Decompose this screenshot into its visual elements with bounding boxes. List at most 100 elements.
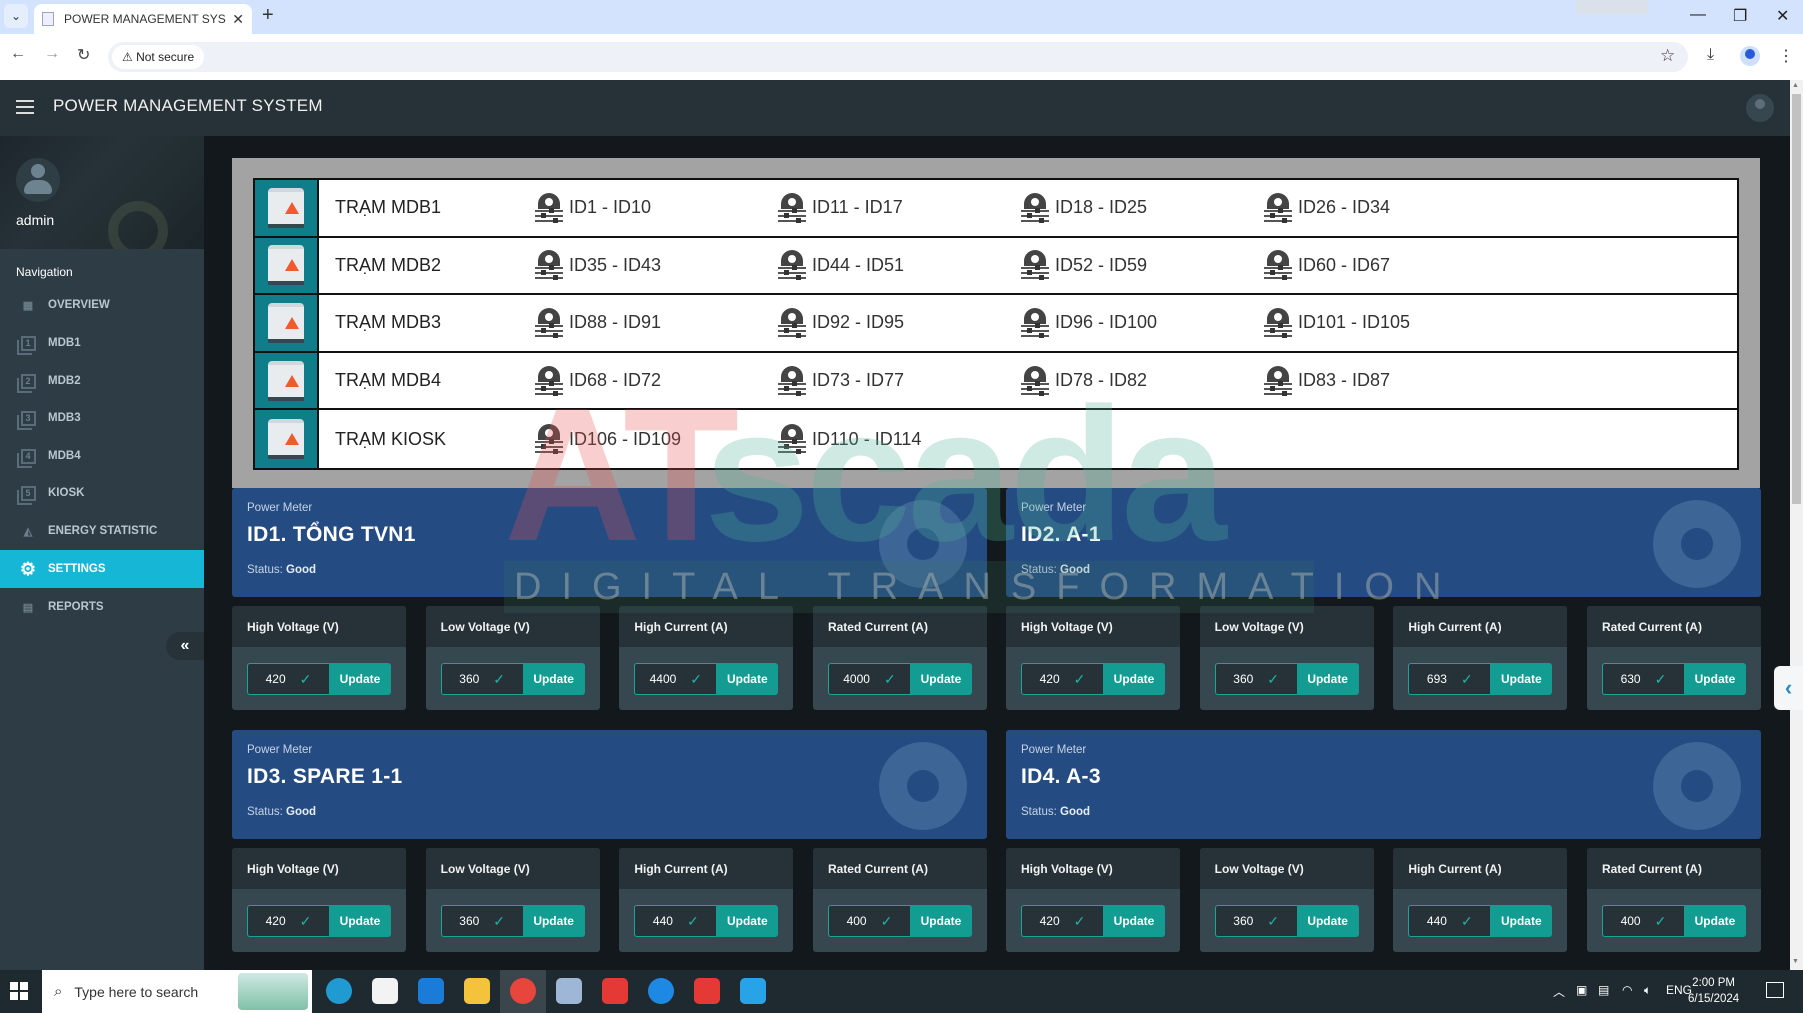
taskbar-mail-icon[interactable]: [418, 978, 444, 1004]
station-name[interactable]: TRẠM MDB4: [335, 370, 441, 391]
setting-value-input[interactable]: 360 ✓: [440, 663, 523, 695]
update-button[interactable]: Update: [716, 905, 779, 937]
taskbar-desktop-app-icon[interactable]: [740, 978, 766, 1004]
meter-group-link[interactable]: ID101 - ID105: [1264, 307, 1410, 338]
sidebar-item-mdb1[interactable]: 1 MDB1: [0, 324, 204, 362]
update-button[interactable]: Update: [1296, 663, 1359, 695]
update-button[interactable]: Update: [1490, 905, 1553, 937]
more-menu-icon[interactable]: ⋮: [1778, 46, 1794, 66]
update-button[interactable]: Update: [522, 905, 585, 937]
meter-group-link[interactable]: ID1 - ID10: [535, 192, 651, 223]
close-tab-icon[interactable]: ✕: [232, 11, 244, 28]
update-button[interactable]: Update: [522, 663, 585, 695]
setting-value-input[interactable]: 693 ✓: [1408, 663, 1491, 695]
clock[interactable]: 2:00 PM 6/15/2024: [1688, 975, 1739, 1007]
update-button[interactable]: Update: [329, 905, 391, 937]
sidebar-item-kiosk[interactable]: 5 KIOSK: [0, 474, 204, 512]
taskbar-notepad-icon[interactable]: [556, 978, 582, 1004]
sidebar-item-mdb3[interactable]: 3 MDB3: [0, 399, 204, 437]
setting-value-input[interactable]: 420 ✓: [247, 905, 329, 937]
forward-icon[interactable]: →: [44, 45, 60, 63]
meter-group-link[interactable]: ID78 - ID82: [1021, 365, 1147, 396]
update-button[interactable]: Update: [909, 905, 972, 937]
windows-start-icon[interactable]: [10, 982, 28, 1000]
meter-group-link[interactable]: ID26 - ID34: [1264, 192, 1390, 223]
open-panel-chevron-left-icon[interactable]: ‹: [1774, 666, 1803, 710]
substation-cabinet-icon[interactable]: [255, 410, 319, 468]
minimize-icon[interactable]: —: [1690, 6, 1706, 24]
taskbar-anydesk-2-icon[interactable]: [694, 978, 720, 1004]
station-name[interactable]: TRẠM MDB3: [335, 312, 441, 333]
security-chip[interactable]: ⚠ Not secure: [112, 45, 205, 69]
meet-now-icon[interactable]: ▣: [1576, 983, 1587, 997]
meter-group-link[interactable]: ID92 - ID95: [778, 307, 904, 338]
show-hidden-icons-chevron-up-icon[interactable]: ︿: [1553, 983, 1565, 1000]
meter-group-link[interactable]: ID88 - ID91: [535, 307, 661, 338]
update-button[interactable]: Update: [1683, 663, 1746, 695]
update-button[interactable]: Update: [909, 663, 972, 695]
update-button[interactable]: Update: [1103, 905, 1165, 937]
meter-group-link[interactable]: ID83 - ID87: [1264, 365, 1390, 396]
substation-cabinet-icon[interactable]: [255, 180, 319, 236]
update-button[interactable]: Update: [329, 663, 391, 695]
scroll-down-icon[interactable]: ▼: [1792, 958, 1799, 965]
reload-icon[interactable]: ↻: [77, 45, 90, 65]
setting-value-input[interactable]: 400 ✓: [827, 905, 910, 937]
browser-tab[interactable]: POWER MANAGEMENT SYSTEM ✕: [34, 4, 252, 34]
avatar-icon[interactable]: [16, 158, 60, 202]
update-button[interactable]: Update: [1296, 905, 1359, 937]
meter-group-link[interactable]: ID52 - ID59: [1021, 250, 1147, 281]
taskbar-edge-icon[interactable]: [326, 978, 352, 1004]
taskbar-anydesk-icon[interactable]: [602, 978, 628, 1004]
display-icon[interactable]: ▤: [1598, 983, 1609, 997]
sidebar-item-mdb4[interactable]: 4 MDB4: [0, 437, 204, 475]
meter-group-link[interactable]: ID60 - ID67: [1264, 250, 1390, 281]
taskbar-chrome-icon[interactable]: [510, 978, 536, 1004]
extension-toolbar-icon[interactable]: [1576, 0, 1648, 14]
taskbar-search-input[interactable]: ⌕ Type here to search: [42, 970, 312, 1013]
scrollbar-thumb[interactable]: [1792, 94, 1801, 504]
wifi-icon[interactable]: ◠: [1622, 983, 1632, 997]
station-name[interactable]: TRẠM MDB1: [335, 197, 441, 218]
setting-value-input[interactable]: 4000 ✓: [827, 663, 910, 695]
download-icon[interactable]: ⤓: [1707, 46, 1714, 64]
substation-cabinet-icon[interactable]: [255, 352, 319, 409]
station-name[interactable]: TRẠM MDB2: [335, 255, 441, 276]
taskbar-file-explorer-icon[interactable]: [464, 978, 490, 1004]
sidebar-item-settings[interactable]: ⚙ SETTINGS: [0, 550, 204, 588]
meter-group-link[interactable]: ID68 - ID72: [535, 365, 661, 396]
close-window-icon[interactable]: ✕: [1776, 6, 1789, 26]
meter-group-link[interactable]: ID44 - ID51: [778, 250, 904, 281]
meter-group-link[interactable]: ID106 - ID109: [535, 424, 681, 455]
update-button[interactable]: Update: [1490, 663, 1553, 695]
meter-group-link[interactable]: ID18 - ID25: [1021, 192, 1147, 223]
update-button[interactable]: Update: [1103, 663, 1165, 695]
setting-value-input[interactable]: 420 ✓: [1021, 663, 1103, 695]
setting-value-input[interactable]: 420 ✓: [247, 663, 329, 695]
meter-group-link[interactable]: ID96 - ID100: [1021, 307, 1157, 338]
taskbar-store-icon[interactable]: [372, 978, 398, 1004]
substation-cabinet-icon[interactable]: [255, 237, 319, 294]
notification-center-icon[interactable]: [1766, 982, 1784, 998]
scroll-up-icon[interactable]: ▲: [1792, 82, 1799, 89]
setting-value-input[interactable]: 630 ✓: [1601, 663, 1684, 695]
tab-search-chevron-down-icon[interactable]: ⌄: [4, 4, 28, 28]
taskbar-remote-app-icon[interactable]: [648, 978, 674, 1004]
setting-value-input[interactable]: 440 ✓: [1408, 905, 1491, 937]
url-input[interactable]: [108, 42, 1688, 72]
meter-group-link[interactable]: ID110 - ID114: [778, 424, 921, 455]
hamburger-menu-icon[interactable]: [16, 100, 34, 114]
sidebar-item-reports[interactable]: ▤ REPORTS: [0, 588, 204, 626]
setting-value-input[interactable]: 420 ✓: [1021, 905, 1103, 937]
volume-icon[interactable]: 🔈︎: [1644, 983, 1651, 998]
collapse-sidebar-button[interactable]: «: [166, 632, 204, 660]
meter-group-link[interactable]: ID73 - ID77: [778, 365, 904, 396]
meter-group-link[interactable]: ID11 - ID17: [778, 192, 903, 223]
setting-value-input[interactable]: 360 ✓: [1214, 663, 1297, 695]
browser-profile-icon[interactable]: [1740, 46, 1760, 66]
setting-value-input[interactable]: 360 ✓: [1214, 905, 1297, 937]
station-name[interactable]: TRẠM KIOSK: [335, 429, 446, 450]
setting-value-input[interactable]: 360 ✓: [440, 905, 523, 937]
substation-cabinet-icon[interactable]: [255, 295, 319, 351]
update-button[interactable]: Update: [716, 663, 779, 695]
